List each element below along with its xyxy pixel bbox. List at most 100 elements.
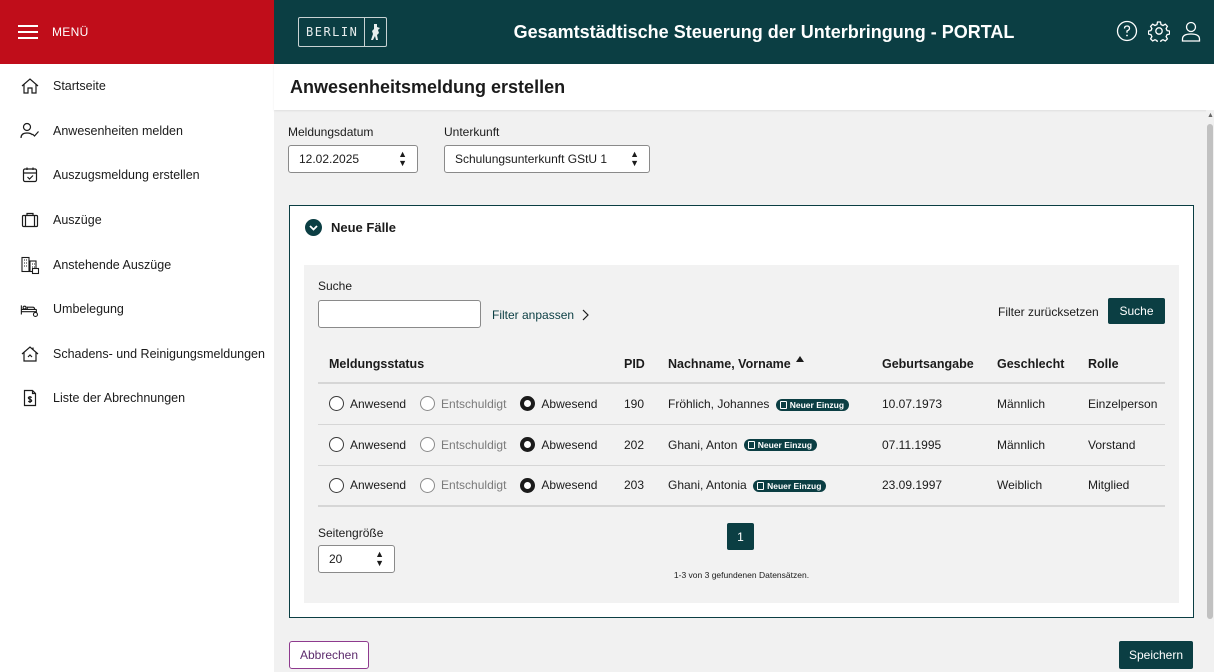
document-icon [779, 400, 787, 409]
sidebar-item-auszugsmeldung[interactable]: Auszugsmeldung erstellen [0, 153, 274, 198]
sidebar-item-anwesenheiten[interactable]: Anwesenheiten melden [0, 109, 274, 154]
col-pid[interactable]: PID [613, 345, 657, 384]
pid-cell: 202 [613, 424, 657, 466]
result-count: 1-3 von 3 gefundenen Datensätzen. [673, 570, 810, 580]
name-cell: Ghani, Antonia Neuer Einzug [657, 465, 871, 507]
page-button-1[interactable]: 1 [727, 523, 754, 550]
page-size-select[interactable]: 20 ▲ ▼ [318, 545, 395, 573]
sidebar-item-label: Umbelegung [53, 302, 124, 317]
search-label: Suche [318, 279, 353, 293]
filter-adjust-label: Filter anpassen [492, 308, 575, 322]
sidebar-item-label: Auszugsmeldung erstellen [53, 168, 200, 183]
col-name[interactable]: Nachname, Vorname [657, 345, 871, 384]
accommodation-select[interactable]: Schulungsunterkunft GStU 1 ▲ ▼ [444, 145, 650, 173]
radio-anwesend[interactable]: Anwesend [329, 477, 406, 493]
new-move-in-badge: Neuer Einzug [743, 439, 818, 452]
radio-entschuldigt[interactable]: Entschuldigt [420, 396, 506, 412]
calendar-check-icon [20, 165, 40, 185]
accommodation-value: Schulungsunterkunft GStU 1 [455, 152, 608, 166]
sidebar-item-schadensmeldungen[interactable]: Schadens- und Reinigungsmeldungen [0, 332, 274, 377]
portal-title: Gesamtstädtische Steuerung der Unterbrin… [513, 21, 1015, 42]
brand-bar: BERLIN Gesamtstädtische Steuerung der Un… [274, 0, 1214, 64]
updown-icon: ▲ ▼ [398, 149, 407, 168]
help-icon[interactable] [1116, 20, 1138, 42]
status-cell: Anwesend Entschuldigt Abwesend [318, 383, 613, 425]
cases-container: Suche Filter anpassen Filter zurücksetze… [304, 265, 1179, 603]
berlin-logo[interactable]: BERLIN [298, 17, 388, 47]
date-select[interactable]: 12.02.2025 ▲ ▼ [288, 145, 418, 173]
invoice-icon [20, 388, 40, 408]
page-size-label: Seitengröße [318, 526, 384, 540]
pid-cell: 203 [613, 465, 657, 507]
buildings-icon [20, 255, 40, 275]
radio-abwesend[interactable]: Abwesend [520, 396, 597, 412]
document-icon [757, 482, 765, 491]
radio-anwesend[interactable]: Anwesend [329, 437, 406, 452]
sidebar-item-label: Schadens- und Reinigungsmeldungen [53, 346, 265, 361]
name-cell: Fröhlich, Johannes Neuer Einzug [657, 383, 871, 425]
sidebar-item-label: Anwesenheiten melden [53, 123, 183, 138]
radio-abwesend[interactable]: Abwesend [520, 477, 597, 493]
col-gender[interactable]: Geschlecht [986, 345, 1077, 384]
briefcase-icon [20, 210, 40, 230]
home-icon [20, 76, 40, 96]
menu-label: MENÜ [52, 25, 89, 39]
status-cell: Anwesend Entschuldigt Abwesend [318, 424, 613, 466]
col-status[interactable]: Meldungsstatus [318, 345, 613, 384]
main-content: Anwesenheitsmeldung erstellen Meldungsda… [274, 64, 1214, 672]
radio-entschuldigt[interactable]: Entschuldigt [420, 437, 506, 452]
accommodation-label: Unterkunft [444, 125, 500, 139]
sidebar-item-startseite[interactable]: Startseite [0, 64, 274, 109]
sidebar-item-auszuege[interactable]: Auszüge [0, 198, 274, 243]
menu-button[interactable]: MENÜ [0, 0, 274, 64]
sidebar-item-label: Auszüge [53, 213, 102, 228]
date-field: Meldungsdatum 12.02.2025 ▲ ▼ [288, 125, 418, 173]
gender-cell: Weiblich [986, 465, 1077, 507]
name-cell: Ghani, Anton Neuer Einzug [657, 424, 871, 466]
save-button[interactable]: Speichern [1119, 641, 1193, 669]
accordion-toggle[interactable]: Neue Fälle [290, 206, 1193, 236]
top-bar: MENÜ BERLIN Gesamtstädtische Steuerung d… [0, 0, 1214, 64]
table-row: Anwesend Entschuldigt Abwesend 190 Fröhl… [318, 383, 1165, 425]
radio-anwesend[interactable]: Anwesend [329, 396, 406, 412]
col-role[interactable]: Rolle [1077, 345, 1165, 384]
settings-icon[interactable] [1148, 20, 1170, 42]
sidebar-item-umbelegung[interactable]: Umbelegung [0, 287, 274, 332]
role-cell: Vorstand [1077, 424, 1165, 466]
sidebar-item-anstehende-auszuege[interactable]: Anstehende Auszüge [0, 242, 274, 287]
date-label: Meldungsdatum [288, 125, 374, 139]
updown-icon: ▲ ▼ [375, 549, 384, 568]
page-title: Anwesenheitsmeldung erstellen [290, 76, 566, 97]
birth-cell: 07.11.1995 [871, 424, 986, 466]
col-name-label: Nachname, Vorname [668, 357, 791, 371]
radio-entschuldigt[interactable]: Entschuldigt [420, 477, 506, 493]
cancel-button[interactable]: Abbrechen [289, 641, 369, 669]
sidebar-item-abrechnungen[interactable]: Liste der Abrechnungen [0, 376, 274, 421]
radio-abwesend[interactable]: Abwesend [520, 437, 597, 452]
sort-ascending-icon [796, 356, 805, 362]
page-size-value: 20 [329, 552, 343, 566]
hamburger-icon [18, 25, 38, 39]
document-icon [747, 441, 755, 450]
scrollbar-thumb[interactable] [1207, 124, 1213, 619]
col-birth[interactable]: Geburtsangabe [871, 345, 986, 384]
search-button[interactable]: Suche [1108, 298, 1165, 324]
sidebar: Startseite Anwesenheiten melden Auszugsm… [0, 64, 274, 672]
filter-adjust-link[interactable]: Filter anpassen [492, 308, 589, 322]
table-header-row: Meldungsstatus PID Nachname, Vorname Geb… [318, 345, 1165, 384]
sidebar-item-label: Liste der Abrechnungen [53, 391, 186, 406]
accommodation-field: Unterkunft Schulungsunterkunft GStU 1 ▲ ▼ [444, 125, 650, 173]
logo-text: BERLIN [306, 25, 359, 39]
gender-cell: Männlich [986, 424, 1077, 466]
new-cases-panel: Neue Fälle Suche Filter anpassen Filter … [289, 205, 1194, 618]
scroll-up-icon[interactable]: ▲ [1207, 112, 1214, 120]
house-repair-icon [20, 344, 40, 364]
chevron-right-icon [582, 309, 589, 321]
gender-cell: Männlich [986, 383, 1077, 425]
filter-reset-link[interactable]: Filter zurücksetzen [998, 305, 1099, 319]
table-row: Anwesend Entschuldigt Abwesend 202 Ghani… [318, 424, 1165, 466]
role-cell: Einzelperson [1077, 383, 1165, 425]
user-icon[interactable] [1180, 20, 1202, 42]
status-cell: Anwesend Entschuldigt Abwesend [318, 465, 613, 507]
search-input[interactable] [318, 300, 481, 328]
